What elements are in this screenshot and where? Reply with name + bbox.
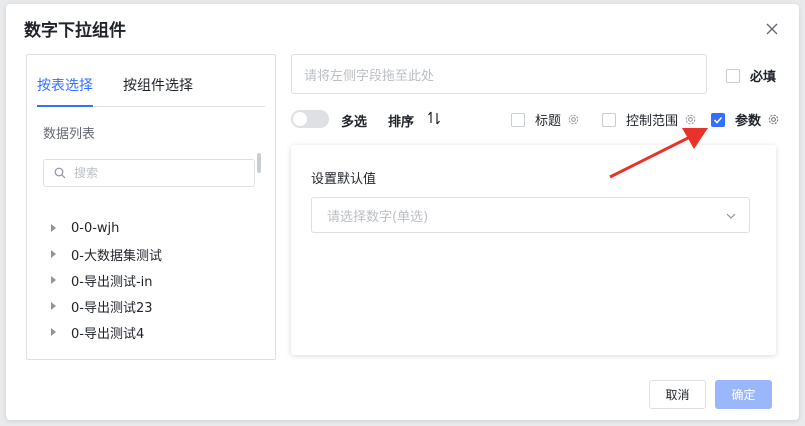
default-value-select[interactable]: 请选择数字(单选) — [311, 197, 750, 233]
gear-icon[interactable] — [567, 113, 580, 126]
search-box[interactable] — [43, 159, 255, 187]
multi-select-label: 多选 — [341, 115, 368, 130]
sort-icon[interactable] — [427, 110, 441, 130]
tree-item[interactable]: 0-0-wjh — [51, 215, 162, 241]
close-icon — [766, 23, 778, 35]
gear-icon[interactable] — [767, 113, 780, 126]
caret-right-icon[interactable] — [51, 328, 56, 336]
title-option[interactable]: 标题 — [511, 110, 580, 129]
data-tree: 0-0-wjh 0-大数据集测试 0-导出测试-in 0-导出测试23 0-导出… — [51, 215, 162, 345]
default-value-label: 设置默认值 — [311, 172, 377, 187]
options-toolbar: 多选 排序 标题 控制范围 参数 — [291, 108, 791, 130]
dialog: 数字下拉组件 按表选择 按组件选择 数据列表 0-0-wjh 0-大数据集测试 … — [6, 4, 799, 420]
required-label: 必填 — [750, 70, 777, 85]
check-icon — [713, 116, 723, 124]
caret-right-icon[interactable] — [51, 276, 56, 284]
tree-item[interactable]: 0-导出测试4 — [51, 319, 162, 345]
control-range-checkbox[interactable] — [602, 112, 616, 127]
confirm-button[interactable]: 确定 — [715, 380, 772, 409]
close-button[interactable] — [761, 18, 783, 40]
select-placeholder: 请选择数字(单选) — [327, 209, 429, 225]
required-checkbox[interactable] — [726, 68, 740, 83]
scrollbar-thumb[interactable] — [257, 153, 261, 173]
param-option[interactable]: 参数 — [711, 110, 780, 129]
tree-item-label: 0-0-wjh — [71, 220, 120, 236]
dialog-title: 数字下拉组件 — [24, 21, 126, 41]
default-value-panel: 设置默认值 请选择数字(单选) — [291, 145, 776, 355]
source-tabs: 按表选择 按组件选择 — [37, 75, 265, 107]
field-drop-zone[interactable]: 请将左侧字段拖至此处 — [291, 54, 707, 94]
multi-select-toggle[interactable] — [291, 110, 329, 128]
tab-by-component[interactable]: 按组件选择 — [123, 75, 193, 107]
data-list-label: 数据列表 — [43, 127, 96, 142]
gear-icon[interactable] — [684, 113, 697, 126]
tree-item-label: 0-导出测试23 — [71, 300, 153, 316]
tree-item-label: 0-导出测试-in — [71, 274, 153, 290]
caret-right-icon[interactable] — [51, 302, 56, 310]
search-icon — [54, 167, 66, 179]
param-checkbox[interactable] — [711, 112, 725, 127]
tree-item[interactable]: 0-导出测试23 — [51, 293, 162, 319]
param-label: 参数 — [735, 114, 762, 129]
search-input[interactable] — [74, 166, 234, 180]
title-checkbox[interactable] — [511, 112, 525, 127]
data-source-panel: 按表选择 按组件选择 数据列表 0-0-wjh 0-大数据集测试 0-导出测试-… — [26, 54, 276, 360]
tree-item[interactable]: 0-导出测试-in — [51, 267, 162, 293]
control-range-label: 控制范围 — [626, 114, 679, 129]
cancel-button[interactable]: 取消 — [649, 380, 706, 409]
tree-item[interactable]: 0-大数据集测试 — [51, 241, 162, 267]
required-option[interactable]: 必填 — [726, 66, 776, 85]
title-label: 标题 — [535, 114, 562, 129]
chevron-down-icon — [726, 213, 736, 219]
control-range-option[interactable]: 控制范围 — [602, 110, 697, 129]
caret-right-icon[interactable] — [51, 224, 56, 232]
tab-by-table[interactable]: 按表选择 — [37, 75, 93, 107]
tree-item-label: 0-导出测试4 — [71, 326, 145, 342]
caret-right-icon[interactable] — [51, 250, 56, 258]
toggle-knob — [293, 112, 307, 126]
sort-label[interactable]: 排序 — [388, 111, 414, 130]
tree-item-label: 0-大数据集测试 — [71, 248, 162, 264]
field-drop-placeholder: 请将左侧字段拖至此处 — [304, 68, 435, 84]
